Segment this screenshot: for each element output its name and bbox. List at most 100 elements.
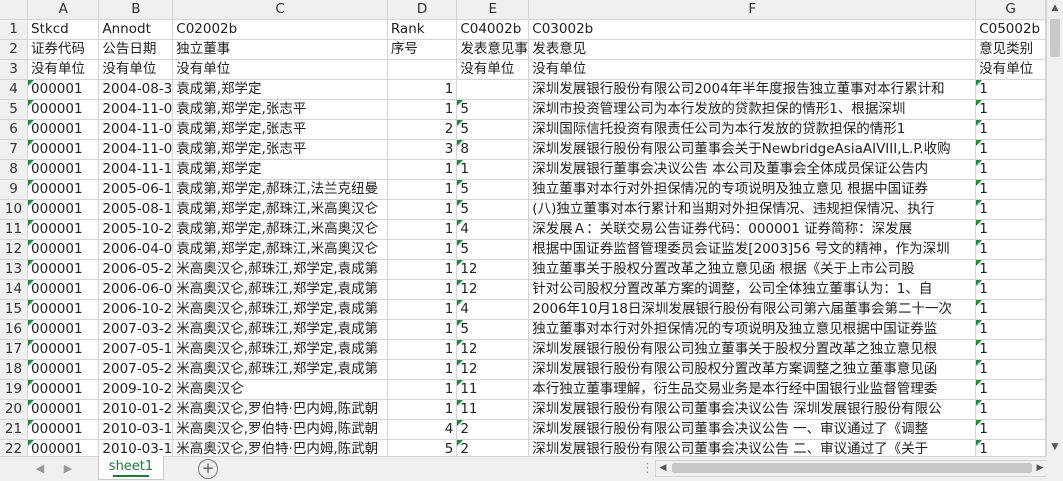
cell[interactable]: 深圳国际信托投资有限责任公司为本行发放的贷款担保的情形1 [528, 119, 977, 140]
cell[interactable]: 发表意见事 [456, 39, 530, 60]
cell[interactable]: 2004-11-0 [98, 99, 174, 120]
cell[interactable]: 袁成第,郑学定 [172, 79, 388, 100]
cell[interactable]: 深发展Ａ：关联交易公告证券代码：000001 证券简称：深发展 [528, 219, 977, 240]
cell[interactable]: 000001 [27, 319, 100, 340]
cell[interactable]: 袁成第,郑学定,张志平 [172, 99, 388, 120]
cell[interactable]: 袁成第,郑学定,张志平 [172, 119, 388, 140]
cell[interactable] [456, 79, 530, 100]
cell[interactable]: 000001 [27, 179, 100, 200]
cell[interactable]: 深圳发展银行股份有限公司董事会关于NewbridgeAsiaAIVIII,L.P… [528, 139, 977, 160]
cell[interactable]: 1 [975, 439, 1046, 456]
cell[interactable]: 5 [456, 99, 530, 120]
cell[interactable]: 独立董事 [172, 39, 388, 60]
cell[interactable]: 1 [975, 199, 1046, 220]
cell[interactable]: 独立董事对本行对外担保情况的专项说明及独立意见 根据中国证券 [528, 179, 977, 200]
cell[interactable]: 3 [387, 139, 458, 160]
cell[interactable]: 深圳发展银行股份有限公司董事会决议公告 二、审议通过了《关于 [528, 439, 977, 456]
cell[interactable]: 1 [387, 399, 458, 420]
cell[interactable]: 没有单位 [98, 59, 174, 80]
cell[interactable]: 2007-03-2 [98, 319, 174, 340]
cell[interactable]: 1 [975, 239, 1046, 260]
row-header[interactable]: 19 [0, 379, 29, 400]
cell[interactable]: 12 [456, 339, 530, 360]
cell[interactable]: 1 [975, 119, 1046, 140]
cell[interactable]: 000001 [27, 199, 100, 220]
cell[interactable]: 1 [387, 99, 458, 120]
cell[interactable]: 没有单位 [528, 59, 977, 80]
cell[interactable]: 000001 [27, 299, 100, 320]
cell[interactable]: 5 [456, 119, 530, 140]
vertical-scrollbar[interactable]: ▲ ▼ [1046, 0, 1063, 456]
cell[interactable]: 1 [387, 319, 458, 340]
cell[interactable]: 4 [456, 299, 530, 320]
cell[interactable]: 000001 [27, 359, 100, 380]
cell[interactable]: 1 [975, 359, 1046, 380]
cell[interactable]: 11 [456, 399, 530, 420]
cell[interactable]: 000001 [27, 139, 100, 160]
cell[interactable]: 000001 [27, 279, 100, 300]
column-header[interactable]: D [387, 0, 458, 20]
column-header[interactable]: F [528, 0, 977, 20]
cell[interactable]: 1 [975, 139, 1046, 160]
horizontal-scrollbar[interactable]: ◀ ▶ [655, 460, 1048, 477]
cell[interactable]: 袁成第,郑学定 [172, 159, 388, 180]
cell[interactable]: 000001 [27, 439, 100, 456]
scroll-right-icon[interactable]: ▶ [1033, 461, 1047, 476]
cell[interactable]: Rank [387, 19, 458, 40]
cell[interactable]: 1 [387, 359, 458, 380]
cell[interactable]: 没有单位 [456, 59, 530, 80]
cell[interactable]: 证券代码 [27, 39, 100, 60]
cell[interactable]: 5 [456, 199, 530, 220]
cell[interactable]: 没有单位 [172, 59, 388, 80]
cell[interactable]: 000001 [27, 159, 100, 180]
cell[interactable]: 1 [387, 219, 458, 240]
cell[interactable]: 深圳发展银行股份有限公司股权分置改革方案调整之独立董事意见函 [528, 359, 977, 380]
cell[interactable]: 1 [387, 279, 458, 300]
cell[interactable]: 1 [975, 159, 1046, 180]
row-header[interactable]: 5 [0, 99, 29, 120]
cell[interactable]: 1 [975, 259, 1046, 280]
cell[interactable]: 深圳发展银行董事会决议公告 本公司及董事会全体成员保证公告内 [528, 159, 977, 180]
cell[interactable]: 000001 [27, 219, 100, 240]
cell[interactable]: 2010-01-2 [98, 399, 174, 420]
cell[interactable]: 2010-03-1 [98, 419, 174, 440]
cell[interactable]: C03002b [528, 19, 977, 40]
row-header[interactable]: 13 [0, 259, 29, 280]
cell[interactable]: 2004-08-3 [98, 79, 174, 100]
cell[interactable]: 深圳市投资管理公司为本行发放的贷款担保的情形1、根据深圳 [528, 99, 977, 120]
cell[interactable]: Annodt [98, 19, 174, 40]
cell[interactable]: 本行独立董事理解，衍生品交易业务是本行经中国银行业监督管理委 [528, 379, 977, 400]
cell[interactable]: 4 [456, 219, 530, 240]
cell[interactable]: 4 [387, 419, 458, 440]
cell[interactable]: 12 [456, 279, 530, 300]
cell[interactable]: 2004-11-1 [98, 159, 174, 180]
cell[interactable]: 发表意见 [528, 39, 977, 60]
tab-split-handle[interactable]: ⋮ [641, 462, 654, 476]
cell[interactable]: 1 [387, 159, 458, 180]
row-header[interactable]: 20 [0, 399, 29, 420]
cell[interactable]: 1 [975, 219, 1046, 240]
cell[interactable]: 1 [975, 399, 1046, 420]
cell[interactable]: 2007-05-2 [98, 359, 174, 380]
cell[interactable]: 1 [387, 79, 458, 100]
cell[interactable]: 1 [387, 299, 458, 320]
cell[interactable]: 意见类别 [975, 39, 1046, 60]
cell[interactable]: 11 [456, 379, 530, 400]
cell[interactable]: 针对公司股权分置改革方案的调整，公司全体独立董事认为：1、自 [528, 279, 977, 300]
row-header[interactable]: 4 [0, 79, 29, 100]
cell[interactable]: 根据中国证券监督管理委员会证监发[2003]56 号文的精神，作为深圳 [528, 239, 977, 260]
cell[interactable]: 1 [387, 259, 458, 280]
cell[interactable]: 深圳发展银行股份有限公司2004年半年度报告独立董事对本行累计和 [528, 79, 977, 100]
cell[interactable]: 2006年10月18日深圳发展银行股份有限公司第六届董事会第二十一次 [528, 299, 977, 320]
cell[interactable]: 2 [387, 119, 458, 140]
cell[interactable]: 深圳发展银行股份有限公司董事会决议公告 一、审议通过了《调整 [528, 419, 977, 440]
cell[interactable]: 1 [456, 159, 530, 180]
prev-sheet-icon[interactable]: ◀ [30, 457, 50, 481]
cell[interactable]: (八)独立董事对本行累计和当期对外担保情况、违规担保情况、执行 [528, 199, 977, 220]
column-header[interactable]: C [172, 0, 388, 20]
row-header[interactable]: 15 [0, 299, 29, 320]
cell[interactable]: 独立董事关于股权分置改革之独立意见函 根据《关于上市公司股 [528, 259, 977, 280]
cell[interactable]: 1 [975, 179, 1046, 200]
row-header[interactable]: 6 [0, 119, 29, 140]
cell[interactable]: C02002b [172, 19, 388, 40]
